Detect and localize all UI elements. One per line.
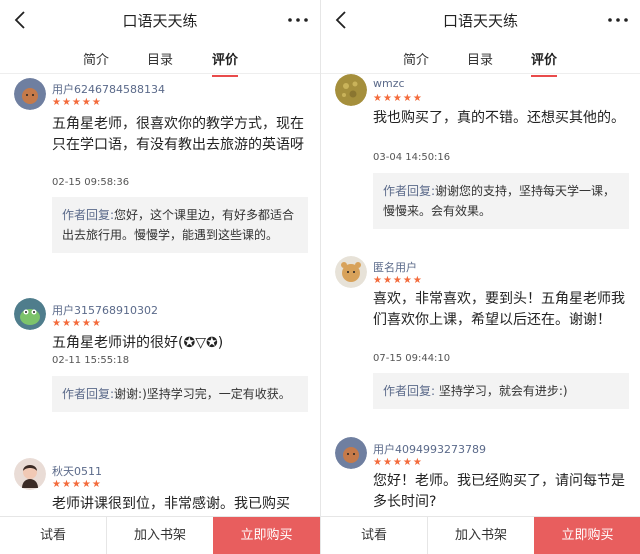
username[interactable]: wmzc — [373, 77, 405, 90]
bottom-bar: 试看 加入书架 立即购买 — [0, 516, 320, 554]
comment-time: 03-04 14:50:16 — [373, 152, 451, 163]
right-screen: 口语天天练 简介 目录 评价 wmzc ★★★★★ 我也购买了，真的不错。还想买… — [320, 0, 640, 554]
tab-intro-label: 简介 — [403, 53, 430, 68]
username[interactable]: 用户315768910302 — [52, 302, 158, 318]
tab-catalog-label: 目录 — [147, 53, 174, 68]
star-rating: ★★★★★ — [373, 93, 423, 104]
username[interactable]: 匿名用户 — [373, 259, 417, 275]
avatar[interactable] — [14, 78, 46, 110]
author-reply: 作者回复:谢谢:)坚持学习完，一定有收获。 — [52, 376, 308, 412]
reply-text: 谢谢:)坚持学习完，一定有收获。 — [114, 387, 291, 401]
avatar[interactable] — [335, 74, 367, 106]
left-screen: 口语天天练 简介 目录 评价 用户6246784588134 ★★★★★ 五角星… — [0, 0, 320, 554]
tab-reviews[interactable]: 评价 — [531, 49, 558, 77]
reply-label: 作者回复: — [383, 384, 436, 398]
username[interactable]: 秋天0511 — [52, 463, 102, 479]
comment-time: 07-15 09:44:10 — [373, 353, 451, 364]
reply-text: 坚持学习，就会有进步:) — [438, 384, 568, 398]
active-tab-indicator — [531, 75, 558, 77]
tab-reviews-label: 评价 — [212, 53, 239, 68]
comment-text: 五角星老师，很喜欢你的教学方式，现在只在学口语，有没有教出去旅游的英语呀 — [52, 116, 304, 153]
active-tab-indicator — [212, 75, 239, 77]
comment-text: 喜欢，非常喜欢，要到头！五角星老师我们喜欢你上课，希望以后还在。谢谢！ — [373, 291, 625, 328]
author-reply: 作者回复:谢谢您的支持，坚持每天学一课，慢慢来。会有效果。 — [373, 173, 629, 229]
buy-now-button[interactable]: 立即购买 — [213, 517, 320, 554]
tab-catalog[interactable]: 目录 — [147, 49, 173, 68]
comment-time: 02-15 09:58:36 — [52, 177, 130, 188]
username[interactable]: 用户6246784588134 — [52, 81, 165, 97]
author-reply: 作者回复:您好，这个课里边，有好多都适合出去旅行用。慢慢学，能遇到这些课的。 — [52, 197, 308, 253]
tab-reviews-label: 评价 — [531, 53, 558, 68]
avatar[interactable] — [14, 458, 46, 490]
star-rating: ★★★★★ — [373, 275, 423, 286]
star-rating: ★★★★★ — [52, 97, 102, 108]
trial-button[interactable]: 试看 — [321, 517, 427, 554]
avatar[interactable] — [335, 256, 367, 288]
trial-button[interactable]: 试看 — [0, 517, 106, 554]
avatar[interactable] — [14, 298, 46, 330]
star-rating: ★★★★★ — [52, 318, 102, 329]
tab-intro[interactable]: 简介 — [83, 49, 109, 68]
reply-label: 作者回复: — [383, 184, 436, 198]
more-icon[interactable] — [606, 9, 630, 31]
tab-catalog-label: 目录 — [467, 53, 494, 68]
comment-text: 我也购买了，真的不错。还想买其他的。 — [373, 110, 625, 126]
comment-text: 老师讲课很到位，非常感谢。我已购买 — [52, 496, 290, 512]
reply-label: 作者回复: — [62, 387, 115, 401]
avatar[interactable] — [335, 437, 367, 469]
comment-text: 您好！老师。我已经购买了，请问每节是多长时间? — [373, 473, 625, 510]
top-bar: 口语天天练 — [321, 0, 640, 40]
star-rating: ★★★★★ — [373, 457, 423, 468]
star-rating: ★★★★★ — [52, 479, 102, 490]
buy-now-button[interactable]: 立即购买 — [534, 517, 640, 554]
page-title: 口语天天练 — [442, 12, 518, 30]
add-to-shelf-button[interactable]: 加入书架 — [428, 517, 534, 554]
tab-bar: 简介 目录 评价 — [0, 40, 320, 77]
bottom-bar: 试看 加入书架 立即购买 — [321, 516, 640, 554]
tab-intro-label: 简介 — [83, 53, 110, 68]
add-to-shelf-button[interactable]: 加入书架 — [107, 517, 213, 554]
page-title: 口语天天练 — [122, 12, 198, 30]
reply-label: 作者回复: — [62, 208, 115, 222]
comment-text: 五角星老师讲的很好(✪▽✪) — [52, 335, 224, 351]
tab-bar: 简介 目录 评价 — [321, 40, 640, 77]
tab-reviews[interactable]: 评价 — [212, 49, 239, 77]
author-reply: 作者回复: 坚持学习，就会有进步:) — [373, 373, 629, 409]
tab-intro[interactable]: 简介 — [403, 49, 429, 68]
tab-catalog[interactable]: 目录 — [467, 49, 493, 68]
more-icon[interactable] — [286, 9, 310, 31]
comment-time: 02-11 15:55:18 — [52, 355, 130, 366]
username[interactable]: 用户4094993273789 — [373, 441, 486, 457]
top-bar: 口语天天练 — [0, 0, 320, 40]
